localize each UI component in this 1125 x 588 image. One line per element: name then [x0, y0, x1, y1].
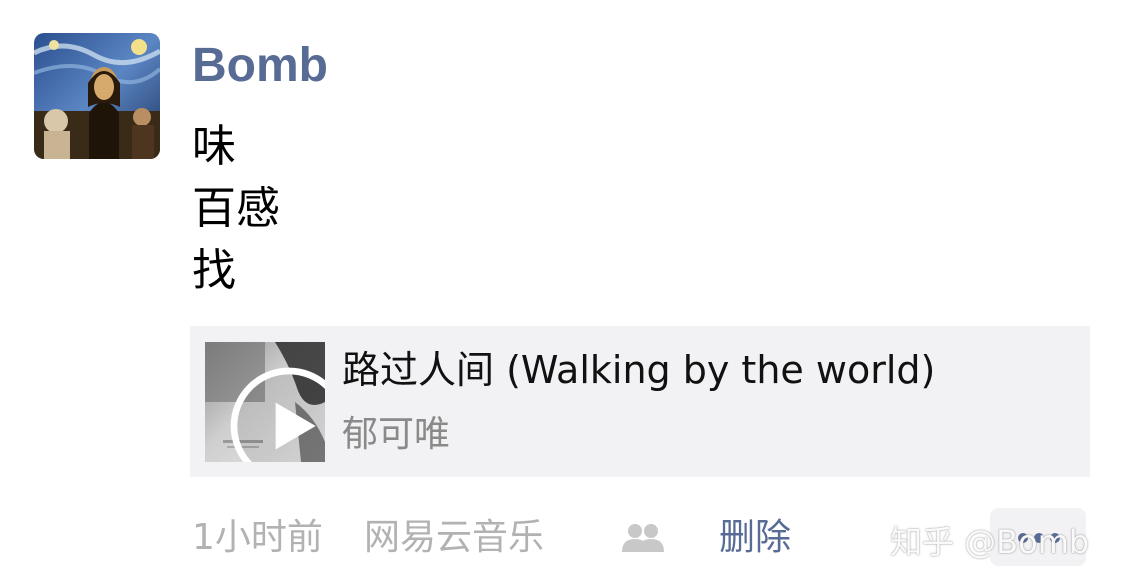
post-text-line: 味 — [192, 121, 236, 172]
username[interactable]: Bomb — [192, 36, 328, 96]
watermark: 知乎 @Bomb — [890, 523, 1090, 561]
play-icon[interactable] — [229, 366, 325, 462]
post-text: 味 百感 找 — [192, 116, 1072, 302]
post-text-line: 百感 — [192, 183, 280, 234]
delete-button[interactable]: 删除 — [719, 508, 791, 568]
avatar-painting-icon — [34, 33, 160, 159]
post-time: 1小时前 — [192, 517, 323, 558]
avatar[interactable] — [34, 33, 160, 159]
friends-icon — [622, 524, 664, 552]
post-source[interactable]: 网易云音乐 — [364, 508, 544, 568]
album-cover[interactable] — [205, 342, 325, 462]
song-title: 路过人间 (Walking by the world) — [342, 348, 936, 392]
music-share-card[interactable]: 路过人间 (Walking by the world) 郁可唯 — [190, 326, 1090, 477]
post-text-line: 找 — [192, 245, 236, 296]
song-artist: 郁可唯 — [342, 414, 451, 455]
